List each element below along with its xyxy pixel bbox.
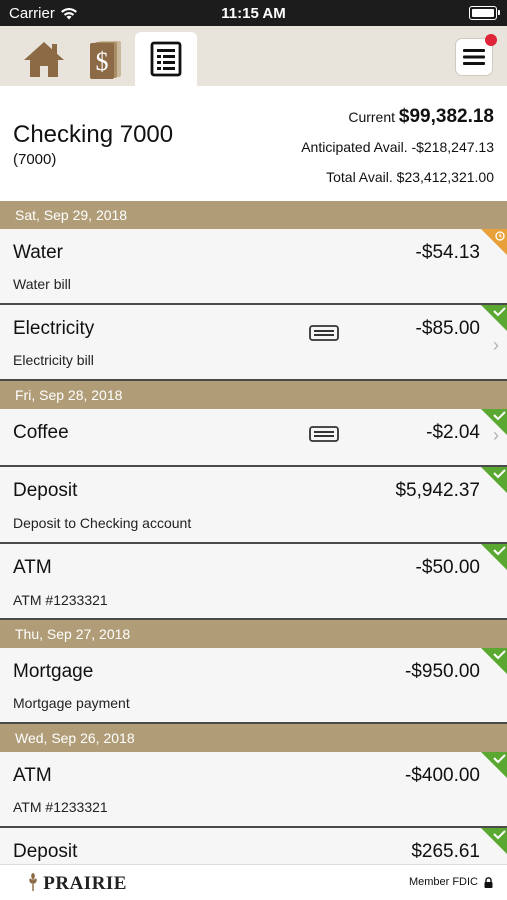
fdic-label: Member FDIC <box>408 876 478 888</box>
transaction-title: Deposit <box>13 841 78 862</box>
transaction-title: Water <box>13 242 63 263</box>
date-header: Fri, Sep 28, 2018 <box>0 381 507 409</box>
battery-icon <box>469 6 500 20</box>
transaction-title: ATM <box>13 557 52 578</box>
chevron-right-icon[interactable]: › <box>493 335 499 356</box>
transaction-amount: -$950.00 <box>404 661 480 682</box>
transaction-title: Coffee <box>13 422 69 443</box>
transaction-row[interactable]: Water Water bill -$54.13 <box>0 229 507 305</box>
date-header: Sat, Sep 29, 2018 <box>0 201 507 229</box>
hamburger-icon <box>463 49 485 65</box>
svg-text:$: $ <box>96 47 109 76</box>
transaction-row[interactable]: Deposit $265.61 <box>0 828 507 864</box>
transaction-desc: Water bill <box>13 276 71 292</box>
status-bar: Carrier 11:15 AM <box>0 0 507 26</box>
transaction-title: Deposit <box>13 480 78 501</box>
register-icon <box>150 41 182 77</box>
card-icon <box>309 325 339 341</box>
card-icon <box>309 426 339 442</box>
transaction-amount: -$54.13 <box>415 242 480 263</box>
current-balance-value: $99,382.18 <box>398 106 494 127</box>
transaction-amount: $5,942.37 <box>395 480 480 501</box>
transaction-row[interactable]: Deposit Deposit to Checking account $5,9… <box>0 467 507 544</box>
top-nav: $ <box>0 26 507 86</box>
transaction-title: ATM <box>13 765 52 786</box>
anticipated-balance: Anticipated Avail. -$218,247.13 <box>301 139 494 155</box>
clock: 11:15 AM <box>221 5 286 22</box>
transaction-amount: $265.61 <box>411 841 480 862</box>
transaction-list[interactable]: Sat, Sep 29, 2018 Water Water bill -$54.… <box>0 201 507 864</box>
cleared-check-icon <box>481 305 507 331</box>
date-header: Wed, Sep 26, 2018 <box>0 724 507 752</box>
wheat-icon <box>29 873 37 891</box>
home-icon <box>24 42 64 77</box>
bank-logo: PRAIRIE <box>28 873 127 895</box>
pending-clock-icon <box>481 229 507 255</box>
transaction-amount: -$85.00 <box>415 318 480 339</box>
transaction-row[interactable]: Mortgage Mortgage payment -$950.00 <box>0 648 507 724</box>
transaction-amount: -$400.00 <box>404 765 480 786</box>
cleared-check-icon <box>481 648 507 674</box>
transaction-desc: ATM #1233321 <box>13 799 108 815</box>
transaction-row[interactable]: Coffee -$2.04 › <box>0 409 507 467</box>
account-summary: Checking 7000 (7000) Current $99,382.18 … <box>0 86 507 201</box>
account-number: (7000) <box>13 151 57 168</box>
fdic-notice: Member FDIC <box>409 876 493 888</box>
lock-icon <box>484 876 493 888</box>
tab-register[interactable] <box>135 32 197 86</box>
current-balance-label: Current <box>348 109 396 125</box>
menu-button[interactable] <box>455 34 497 76</box>
bank-name: PRAIRIE <box>43 873 127 894</box>
date-header: Thu, Sep 27, 2018 <box>0 620 507 648</box>
transaction-desc: Electricity bill <box>13 352 94 368</box>
transaction-desc: Mortgage payment <box>13 695 130 711</box>
dollar-book-icon: $ <box>90 41 121 79</box>
tab-home[interactable] <box>14 32 74 86</box>
current-balance: Current $99,382.18 <box>348 106 494 128</box>
transaction-row[interactable]: ATM ATM #1233321 -$400.00 <box>0 752 507 828</box>
transaction-title: Mortgage <box>13 661 94 682</box>
account-name: Checking 7000 <box>13 121 174 148</box>
cleared-check-icon <box>481 752 507 778</box>
transaction-row[interactable]: Electricity Electricity bill -$85.00 › <box>0 305 507 381</box>
footer: PRAIRIE Member FDIC <box>0 864 507 900</box>
transaction-amount: -$50.00 <box>415 557 480 578</box>
tab-accounts[interactable]: $ <box>76 32 136 86</box>
transaction-title: Electricity <box>13 318 95 339</box>
cleared-check-icon <box>481 467 507 493</box>
cleared-check-icon <box>481 828 507 854</box>
transaction-amount: -$2.04 <box>426 422 480 443</box>
transaction-desc: Deposit to Checking account <box>13 515 192 531</box>
notification-dot <box>485 34 497 46</box>
cleared-check-icon <box>481 544 507 570</box>
chevron-right-icon[interactable]: › <box>493 425 499 446</box>
total-balance: Total Avail. $23,412,321.00 <box>326 169 494 185</box>
transaction-desc: ATM #1233321 <box>13 592 108 608</box>
transaction-row[interactable]: ATM ATM #1233321 -$50.00 <box>0 544 507 620</box>
